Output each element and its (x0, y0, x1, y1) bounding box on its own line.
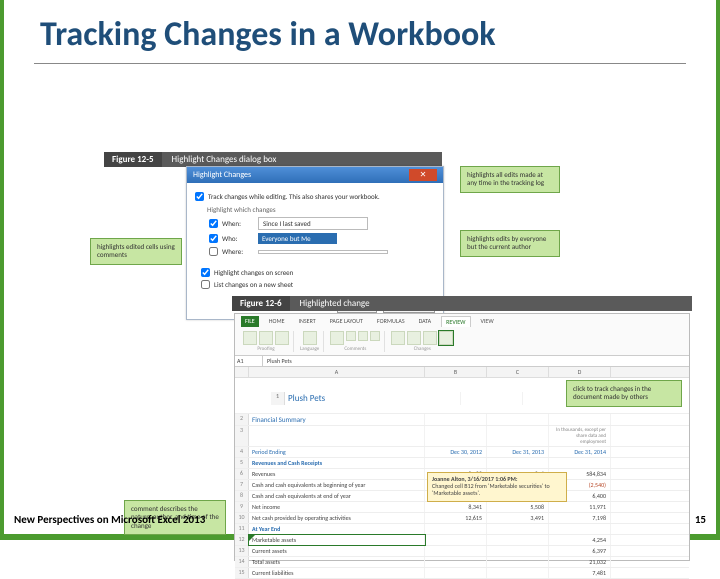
track-changes-checkbox[interactable]: Track changes while editing. This also s… (195, 192, 435, 201)
who-checkbox[interactable] (209, 234, 218, 243)
ribbon: FILE HOME INSERT PAGE LAYOUT FORMULAS DA… (235, 314, 689, 356)
highlight-section-label: Highlight which changes (207, 205, 435, 214)
cell-a4[interactable]: Period Ending (249, 447, 425, 457)
protect-sheet-icon[interactable] (391, 331, 405, 345)
tab-data[interactable]: DATA (415, 316, 436, 327)
translate-icon[interactable] (303, 331, 317, 345)
delete-comment-icon[interactable] (346, 331, 356, 341)
tab-pagelayout[interactable]: PAGE LAYOUT (326, 316, 367, 327)
figure-title-6: Highlighted change (290, 296, 380, 311)
tab-review[interactable]: REVIEW (441, 316, 470, 327)
where-field[interactable] (258, 250, 388, 254)
share-workbook-icon[interactable] (423, 331, 437, 345)
ribbon-group-proofing: Proofing (239, 331, 294, 352)
ribbon-group-comments: Comments (326, 331, 385, 352)
track-changes-check[interactable] (195, 192, 204, 201)
footer-left: New Perspectives on Microsoft Excel 2013 (14, 513, 205, 526)
ribbon-groups: Proofing Language Comments (235, 329, 689, 354)
col-a[interactable]: A (249, 367, 425, 377)
dialog-title-text: Highlight Changes (193, 170, 251, 180)
figure-bar-5: Figure 12-5 Highlight Changes dialog box (104, 152, 442, 167)
who-field[interactable]: Everyone but Me (258, 233, 337, 244)
comment-body: Changed cell B12 from 'Marketable securi… (432, 483, 562, 497)
slide-title: Tracking Changes in a Workbook (4, 0, 716, 63)
figure-number-6: Figure 12-6 (232, 296, 290, 311)
tracked-cell[interactable]: Marketable assets (249, 535, 425, 545)
when-field[interactable]: Since I last saved (258, 217, 368, 230)
col-b[interactable]: B (425, 367, 487, 377)
cell-a1[interactable]: Plush Pets (285, 392, 461, 405)
footer-page-number: 15 (695, 513, 706, 526)
spelling-icon[interactable] (243, 331, 257, 345)
change-comment-popup: Joanne Alton, 3/16/2017 1:06 PM: Changed… (427, 472, 567, 502)
name-box[interactable]: A1 (235, 356, 263, 366)
list-newsheet-checkbox[interactable]: List changes on a new sheet (201, 280, 435, 289)
track-changes-icon[interactable] (439, 331, 453, 345)
tab-home[interactable]: HOME (265, 316, 289, 327)
hl-screen-check[interactable] (201, 268, 210, 277)
excel-worksheet: FILE HOME INSERT PAGE LAYOUT FORMULAS DA… (234, 313, 690, 561)
highlight-onscreen-checkbox[interactable]: Highlight changes on screen (201, 268, 435, 277)
track-changes-label: Track changes while editing. This also s… (208, 192, 380, 201)
thesaurus-icon[interactable] (275, 331, 289, 345)
next-comment-icon[interactable] (370, 331, 380, 341)
hl-sheet-label: List changes on a new sheet (214, 280, 293, 289)
protect-workbook-icon[interactable] (407, 331, 421, 345)
dialog-titlebar: Highlight Changes ✕ (187, 167, 443, 183)
column-headers: A B C D (235, 367, 689, 378)
ribbon-group-language: Language (296, 331, 324, 352)
tab-view[interactable]: VIEW (477, 316, 498, 327)
hl-sheet-check[interactable] (201, 280, 210, 289)
when-checkbox[interactable] (209, 219, 218, 228)
tab-formulas[interactable]: FORMULAS (373, 316, 409, 327)
close-icon[interactable]: ✕ (409, 169, 437, 181)
callout-fig5-right-bot: highlights edits by everyone but the cur… (460, 230, 560, 257)
col-d[interactable]: D (549, 367, 611, 377)
who-row: Who: Everyone but Me (209, 233, 435, 244)
where-checkbox[interactable] (209, 247, 218, 256)
where-row: Where: (209, 247, 435, 256)
research-icon[interactable] (259, 331, 273, 345)
divider (34, 63, 686, 64)
tab-insert[interactable]: INSERT (295, 316, 320, 327)
figure-title-5: Highlight Changes dialog box (162, 152, 287, 167)
formula-bar: A1 Plush Pets (235, 356, 689, 367)
cell-a2[interactable]: Financial Summary (249, 414, 425, 425)
tab-file[interactable]: FILE (241, 316, 259, 327)
prev-comment-icon[interactable] (358, 331, 368, 341)
ribbon-tabs: FILE HOME INSERT PAGE LAYOUT FORMULAS DA… (235, 314, 689, 329)
callout-fig6-right: click to track changes in the document m… (566, 380, 682, 407)
figure-number-5: Figure 12-5 (104, 152, 162, 167)
hl-screen-label: Highlight changes on screen (214, 268, 293, 277)
col-c[interactable]: C (487, 367, 549, 377)
figure-bar-6: Figure 12-6 Highlighted change (232, 296, 692, 311)
when-row: When: Since I last saved (209, 217, 435, 230)
who-label: Who: (222, 234, 254, 243)
callout-fig5-right-top: highlights all edits made at any time in… (460, 166, 560, 193)
callout-fig5-left: highlights edited cells using comments (90, 238, 182, 265)
cell-a5[interactable]: Revenues and Cash Receipts (249, 458, 425, 468)
new-comment-icon[interactable] (330, 331, 344, 345)
where-label: Where: (222, 247, 254, 256)
when-label: When: (222, 219, 254, 228)
formula-cell[interactable]: Plush Pets (263, 356, 689, 366)
ribbon-group-changes: Changes (387, 331, 457, 352)
note: In thousands, except per share data and … (549, 426, 611, 446)
